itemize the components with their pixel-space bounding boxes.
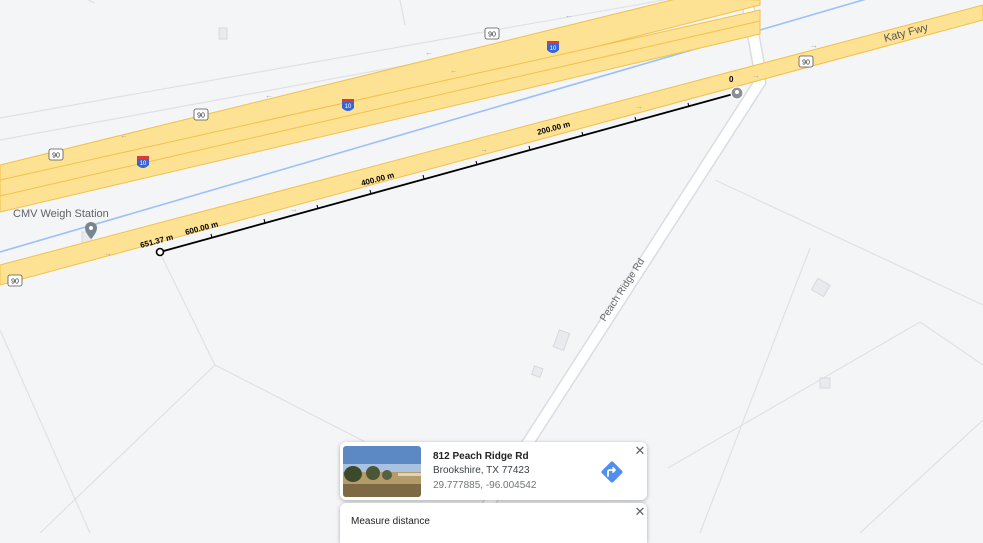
svg-text:90: 90	[11, 279, 19, 286]
i10-shield-icon: 10	[547, 41, 559, 53]
svg-text:90: 90	[197, 113, 205, 120]
us90-shield-icon: 90	[7, 274, 23, 287]
close-icon[interactable]: ✕	[634, 505, 646, 518]
svg-text:90: 90	[52, 153, 60, 160]
svg-text:10: 10	[345, 104, 352, 110]
svg-text:←: ←	[565, 11, 573, 20]
svg-text:90: 90	[488, 32, 496, 39]
place-city: Brookshire, TX 77423	[433, 465, 530, 476]
us90-shield-icon: 90	[484, 27, 500, 40]
svg-text:→: →	[635, 102, 643, 111]
i10-shield-icon: 10	[342, 99, 354, 111]
directions-button[interactable]	[599, 459, 625, 485]
measure-start-point[interactable]	[155, 247, 165, 257]
measure-distance-card[interactable]: Measure distance ✕	[340, 503, 647, 543]
svg-text:→: →	[290, 205, 298, 214]
svg-text:90: 90	[802, 60, 810, 67]
svg-text:10: 10	[140, 161, 147, 167]
svg-text:←: ←	[425, 48, 433, 57]
svg-text:→: →	[480, 145, 488, 154]
svg-text:→: →	[752, 71, 760, 80]
svg-text:←: ←	[120, 131, 128, 140]
svg-text:←: ←	[450, 66, 458, 75]
place-name: 812 Peach Ridge Rd	[433, 451, 529, 462]
i10-shield-icon: 10	[137, 156, 149, 168]
place-coordinates[interactable]: 29.777885, -96.004542	[433, 480, 536, 491]
us90-shield-icon: 90	[193, 108, 209, 121]
place-info-card[interactable]: 812 Peach Ridge Rd Brookshire, TX 77423 …	[340, 442, 647, 500]
us90-shield-icon: 90	[48, 148, 64, 161]
svg-text:→: →	[104, 249, 112, 258]
svg-text:→: →	[810, 41, 818, 50]
directions-icon	[601, 461, 623, 483]
measure-end-pin-icon[interactable]	[730, 86, 744, 100]
weigh-station-label: CMV Weigh Station	[13, 208, 109, 220]
street-view-thumbnail[interactable]	[343, 446, 421, 497]
measure-label-start: 0	[729, 75, 734, 84]
svg-text:←: ←	[265, 91, 273, 100]
svg-text:10: 10	[550, 46, 557, 52]
close-icon[interactable]: ✕	[634, 444, 646, 457]
us90-shield-icon: 90	[798, 55, 814, 68]
measure-distance-title: Measure distance	[351, 516, 430, 527]
street-view-image	[343, 446, 421, 497]
